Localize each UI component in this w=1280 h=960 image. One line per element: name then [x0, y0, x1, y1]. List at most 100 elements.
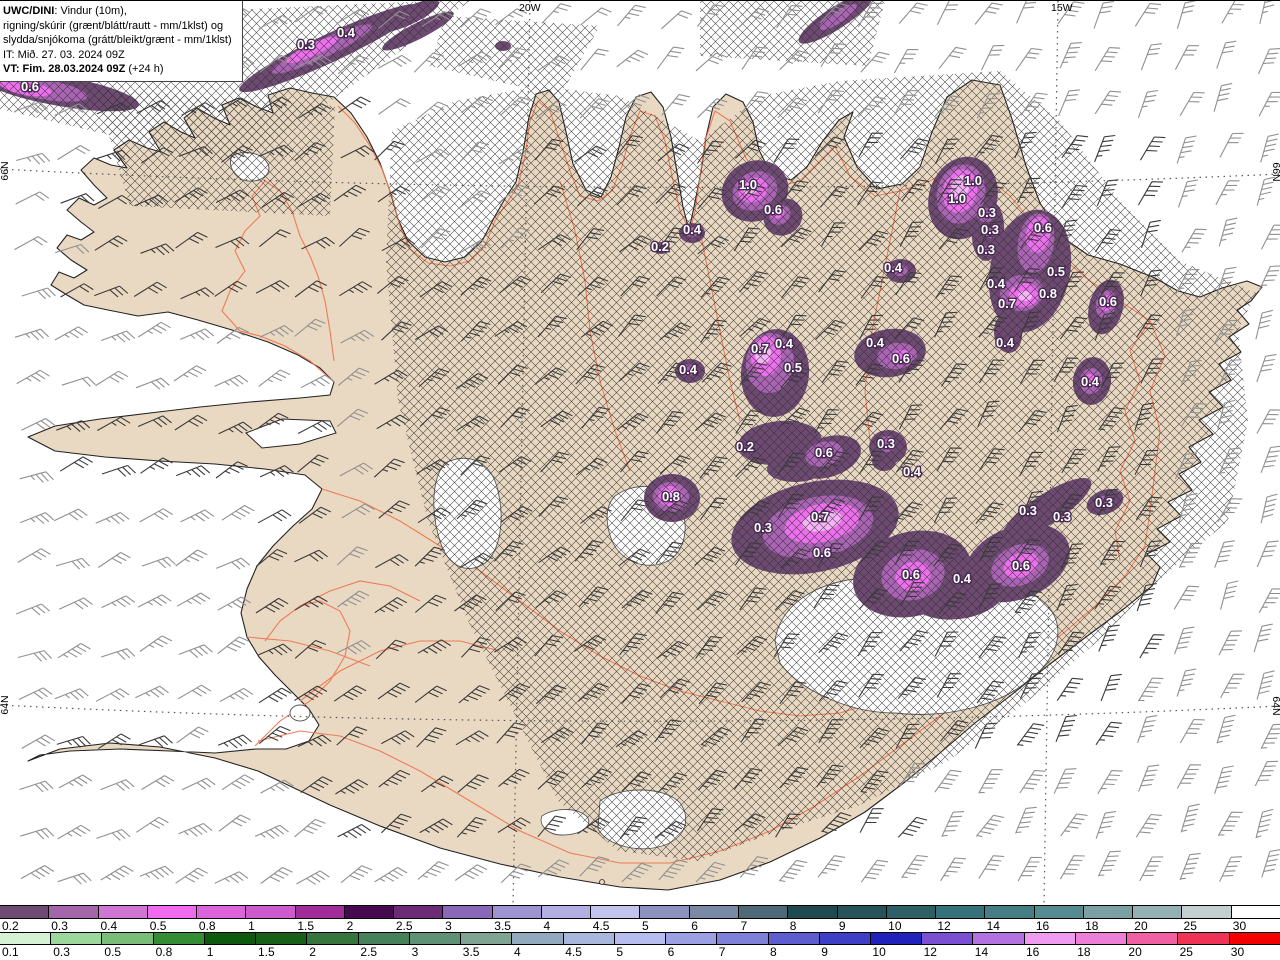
precip-value-label: 0.7 [751, 341, 769, 356]
rain-scale-cell [1075, 933, 1128, 944]
sleet-scale-cell [246, 906, 296, 918]
precip-value-label: 1.0 [964, 173, 982, 188]
sleet-scale-cell [197, 906, 247, 918]
scale-tick-label: 2 [346, 919, 354, 933]
scale-tick-label: 25 [1179, 945, 1193, 959]
map-canvas: 0.6 0.3 0.4 1.0 1.0 0.3 0.3 0.3 0.6 0.5 0.4 0.8 0.7 0… [0, 1, 1280, 905]
rain-scale-cell [614, 933, 667, 944]
rain-scale-cell [768, 933, 820, 944]
rain-scale-cell [870, 933, 923, 944]
scale-tick-label: 2.5 [395, 919, 413, 933]
scale-tick-label: 18 [1077, 945, 1091, 959]
sleet-scale-cell [1083, 906, 1134, 918]
sleet-scale-cell [591, 906, 641, 918]
meridian-label: 15W [1051, 2, 1073, 14]
weather-forecast-map: 0.6 0.3 0.4 1.0 1.0 0.3 0.3 0.3 0.6 0.5 0.4 0.8 0.7 0… [0, 0, 1280, 960]
scale-tick-label: 18 [1085, 919, 1099, 933]
precip-value-label: 0.2 [736, 439, 754, 454]
scale-tick-label: 0.5 [149, 919, 167, 933]
sleet-scale-cell [788, 906, 838, 918]
legend-title-box: UWC/DINI: Vindur (10m), rigning/skúrir (… [0, 1, 243, 82]
precip-value-label: 0.3 [1053, 509, 1071, 524]
scale-tick-label: 14 [974, 945, 989, 959]
precip-value-label: 0.6 [902, 567, 920, 582]
sleet-scale-cell [936, 906, 986, 918]
precip-value-label: 0.6 [764, 202, 782, 217]
rain-colorbar-labels: 0.1 0.3 0.5 0.8 1 1.5 2 2.5 3 3.5 4 4.5 5 6 7 8 9 10 12 14 1… [0, 945, 1280, 959]
scale-tick-label: 10 [872, 945, 886, 959]
scale-tick-label: 3 [411, 945, 419, 959]
scale-tick-label: 6 [691, 919, 698, 933]
rain-colorbar [0, 932, 1280, 945]
scale-tick-label: 0.3 [53, 945, 70, 959]
meridian-label: 20W [519, 2, 541, 14]
sleet-scale-cell [443, 906, 493, 918]
vestmannaeyjar-island [599, 879, 605, 885]
sleet-scale-cell [837, 906, 887, 918]
legend-line-4: IT: Mið. 27. 03. 2024 09Z [3, 48, 125, 61]
legend-line-2: rigning/skúrir (grænt/blátt/rautt - mm/1… [3, 19, 224, 32]
scale-tick-label: 4.5 [592, 919, 610, 933]
scale-tick-label: 20 [1128, 945, 1142, 959]
sleet-scale-cell [738, 906, 789, 918]
precip-value-label: 0.6 [813, 545, 831, 560]
sleet-snow-colorbar [0, 905, 1280, 919]
rain-scale-cell [102, 933, 154, 944]
rain-scale-cell [922, 933, 974, 944]
rain-scale-cell [819, 933, 871, 944]
scale-tick-label: 30 [1232, 919, 1247, 933]
scale-tick-label: 14 [986, 919, 1000, 933]
sleet-scale-cell [147, 906, 198, 918]
precip-value-label: 0.6 [1099, 294, 1117, 309]
scale-tick-label: 3.5 [462, 945, 480, 959]
precip-value-label: 0.3 [981, 222, 999, 237]
precip-value-label: 0.3 [754, 520, 772, 535]
sleet-scale-cell [985, 906, 1035, 918]
sleet-scale-cell [394, 906, 444, 918]
rain-scale-cell [307, 933, 359, 944]
precip-value-label: 0.4 [987, 276, 1006, 291]
sleet-scale-cell [1231, 906, 1280, 918]
scale-tick-label: 7 [740, 919, 748, 933]
scale-tick-label: 10 [888, 919, 902, 933]
legend-line-1: UWC/DINI: Vindur (10m), [3, 5, 127, 17]
rain-scale-cell [1178, 933, 1230, 944]
scale-tick-label: 3 [445, 919, 452, 933]
rain-scale-cell [1127, 933, 1179, 944]
parallel-label: 66N [0, 161, 11, 180]
thingvallavatn-lake [289, 704, 311, 722]
scale-tick-label: 3.5 [494, 919, 511, 933]
sleet-scale-cell [295, 906, 345, 918]
rain-scale-cell [204, 933, 257, 944]
sleet-snow-colorbar-labels: 0.2 0.3 0.4 0.5 0.8 1 1.5 2 2.5 3 3.5 4 4.5 5 6 7 8 9 10 12… [0, 919, 1280, 933]
scale-tick-label: 30 [1230, 945, 1245, 959]
scale-tick-label: 4.5 [565, 945, 582, 959]
scale-tick-label: 0.5 [104, 945, 122, 959]
scale-tick-label: 16 [1026, 945, 1040, 959]
precip-value-label: 0.4 [1081, 374, 1100, 389]
precip-value-label: 0.4 [683, 222, 702, 237]
scale-tick-label: 0.1 [2, 945, 19, 959]
parallel-label: 64N [0, 695, 11, 714]
sleet-scale-cell [689, 906, 739, 918]
scale-tick-label: 1 [248, 919, 255, 933]
precip-value-label: 0.3 [1019, 503, 1037, 518]
precip-value-label: 0.8 [1039, 286, 1057, 301]
parallel-label: 64N [1270, 696, 1280, 715]
rain-scale-cell [256, 933, 308, 944]
rain-scale-cell [717, 933, 769, 944]
rain-scale-cell [153, 933, 205, 944]
scale-tick-label: 0.4 [100, 919, 118, 933]
scale-tick-label: 12 [923, 945, 937, 959]
precip-value-label: 0.6 [1034, 220, 1052, 235]
precip-value-label: 0.4 [996, 335, 1015, 350]
precip-value-label: 0.8 [662, 489, 680, 504]
scale-tick-label: 0.8 [155, 945, 173, 959]
scale-tick-label: 1.5 [258, 945, 275, 959]
scale-tick-label: 9 [838, 919, 846, 933]
scale-tick-label: 2 [309, 945, 316, 959]
precip-value-label: 1.0 [739, 177, 757, 192]
sleet-scale-cell [541, 906, 592, 918]
precip-value-label: 0.3 [977, 242, 995, 257]
sleet-scale-cell [98, 906, 148, 918]
